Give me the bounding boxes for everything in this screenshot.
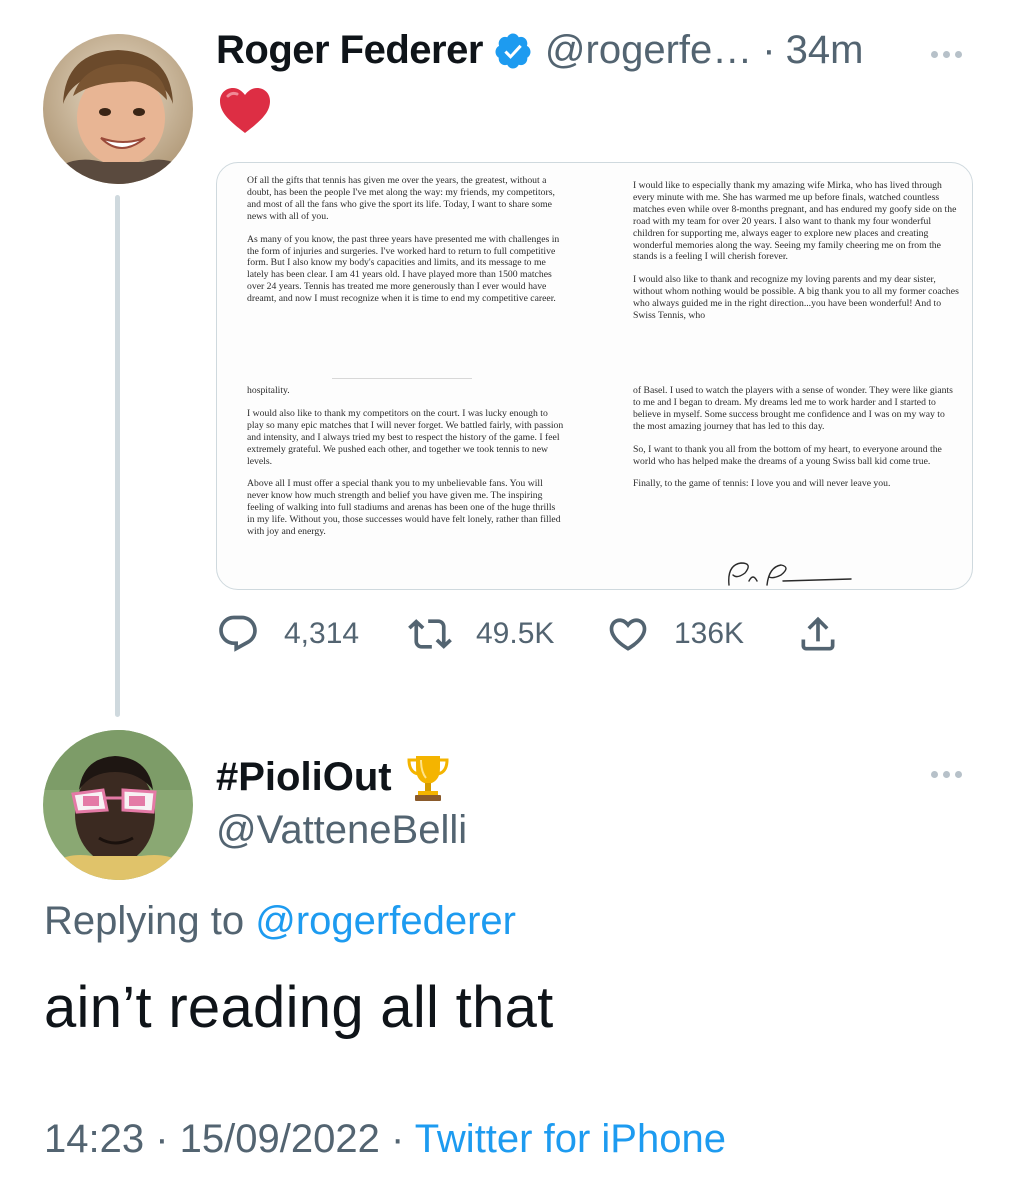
handwritten-signature-icon — [728, 562, 852, 586]
thread-connector-line — [115, 195, 120, 717]
mention-link[interactable]: @rogerfederer — [255, 899, 516, 943]
more-options-icon[interactable] — [931, 771, 962, 778]
reply-tweet-header: #PioliOut — [216, 752, 450, 802]
letter-paragraph: Above all I must offer a special thank y… — [247, 478, 561, 538]
letter-paragraph: I would like to especially thank my amaz… — [633, 180, 957, 263]
retweet-count: 49.5K — [476, 617, 555, 650]
share-button[interactable] — [796, 612, 840, 656]
more-options-icon[interactable] — [931, 51, 962, 58]
verified-badge-icon — [495, 33, 531, 68]
child-photo-avatar-icon — [43, 34, 193, 184]
reply-button[interactable]: 4,314 — [216, 612, 359, 656]
letter-paragraph: Finally, to the game of tennis: I love y… — [633, 478, 891, 490]
letter-column-right: I would like to especially thank my amaz… — [633, 180, 959, 333]
reply-bubble-icon — [219, 615, 257, 652]
separator-dot: · — [144, 1117, 180, 1161]
handle[interactable]: @VatteneBelli — [216, 808, 467, 853]
tweet-time[interactable]: 14:23 — [44, 1117, 144, 1161]
replying-to-line: Replying to @rogerfederer — [44, 899, 516, 944]
letter-paragraph: I would also like to thank and recognize… — [633, 274, 959, 322]
letter-paragraph: Of all the gifts that tennis has given m… — [247, 175, 555, 222]
retirement-letter-image[interactable]: Of all the gifts that tennis has given m… — [216, 162, 973, 590]
man-with-novelty-glasses-avatar-icon — [43, 730, 193, 880]
scan-divider — [332, 378, 472, 379]
letter-paragraph: I would also like to thank my competitor… — [247, 407, 564, 467]
like-button[interactable]: 136K — [606, 612, 744, 656]
parent-tweet-header: Roger Federer @rogerfe… · 34m — [216, 28, 863, 73]
heart-outline-icon — [609, 618, 647, 651]
like-count: 136K — [674, 617, 745, 650]
share-upload-icon — [801, 616, 835, 651]
avatar-piolout[interactable] — [43, 730, 193, 880]
red-heart-emoji-icon — [220, 88, 270, 133]
letter-paragraph: So, I want to thank you all from the bot… — [633, 443, 942, 467]
tweet-date[interactable]: 15/09/2022 — [180, 1117, 380, 1161]
avatar-roger-federer[interactable] — [43, 34, 193, 184]
letter-column-left-lower: hospitality. I would also like to thank … — [247, 385, 565, 549]
letter-paragraph: As many of you know, the past three year… — [247, 233, 560, 305]
reply-tweet-text: ain’t reading all that — [44, 975, 554, 1040]
reply-count: 4,314 — [284, 617, 360, 650]
separator-dot: · — [762, 28, 776, 72]
tweet-meta-line: 14:23 · 15/09/2022 · Twitter for iPhone — [44, 1117, 726, 1162]
client-source-link[interactable]: Twitter for iPhone — [415, 1117, 726, 1161]
replying-prefix: Replying to — [44, 899, 256, 943]
letter-paragraph: hospitality. — [247, 385, 290, 396]
separator-dot: · — [379, 1117, 415, 1161]
display-name[interactable]: Roger Federer — [216, 28, 483, 73]
timestamp[interactable]: 34m — [786, 28, 864, 73]
letter-column-right-lower: of Basel. I used to watch the players wi… — [633, 385, 959, 501]
display-name[interactable]: #PioliOut — [216, 755, 392, 800]
retweet-button[interactable]: 49.5K — [408, 612, 554, 656]
handle[interactable]: @rogerfe… — [545, 28, 752, 73]
letter-column-left: Of all the gifts that tennis has given m… — [247, 175, 565, 316]
retweet-arrows-icon — [408, 619, 452, 649]
letter-paragraph: of Basel. I used to watch the players wi… — [633, 385, 953, 432]
trophy-icon — [407, 756, 449, 801]
